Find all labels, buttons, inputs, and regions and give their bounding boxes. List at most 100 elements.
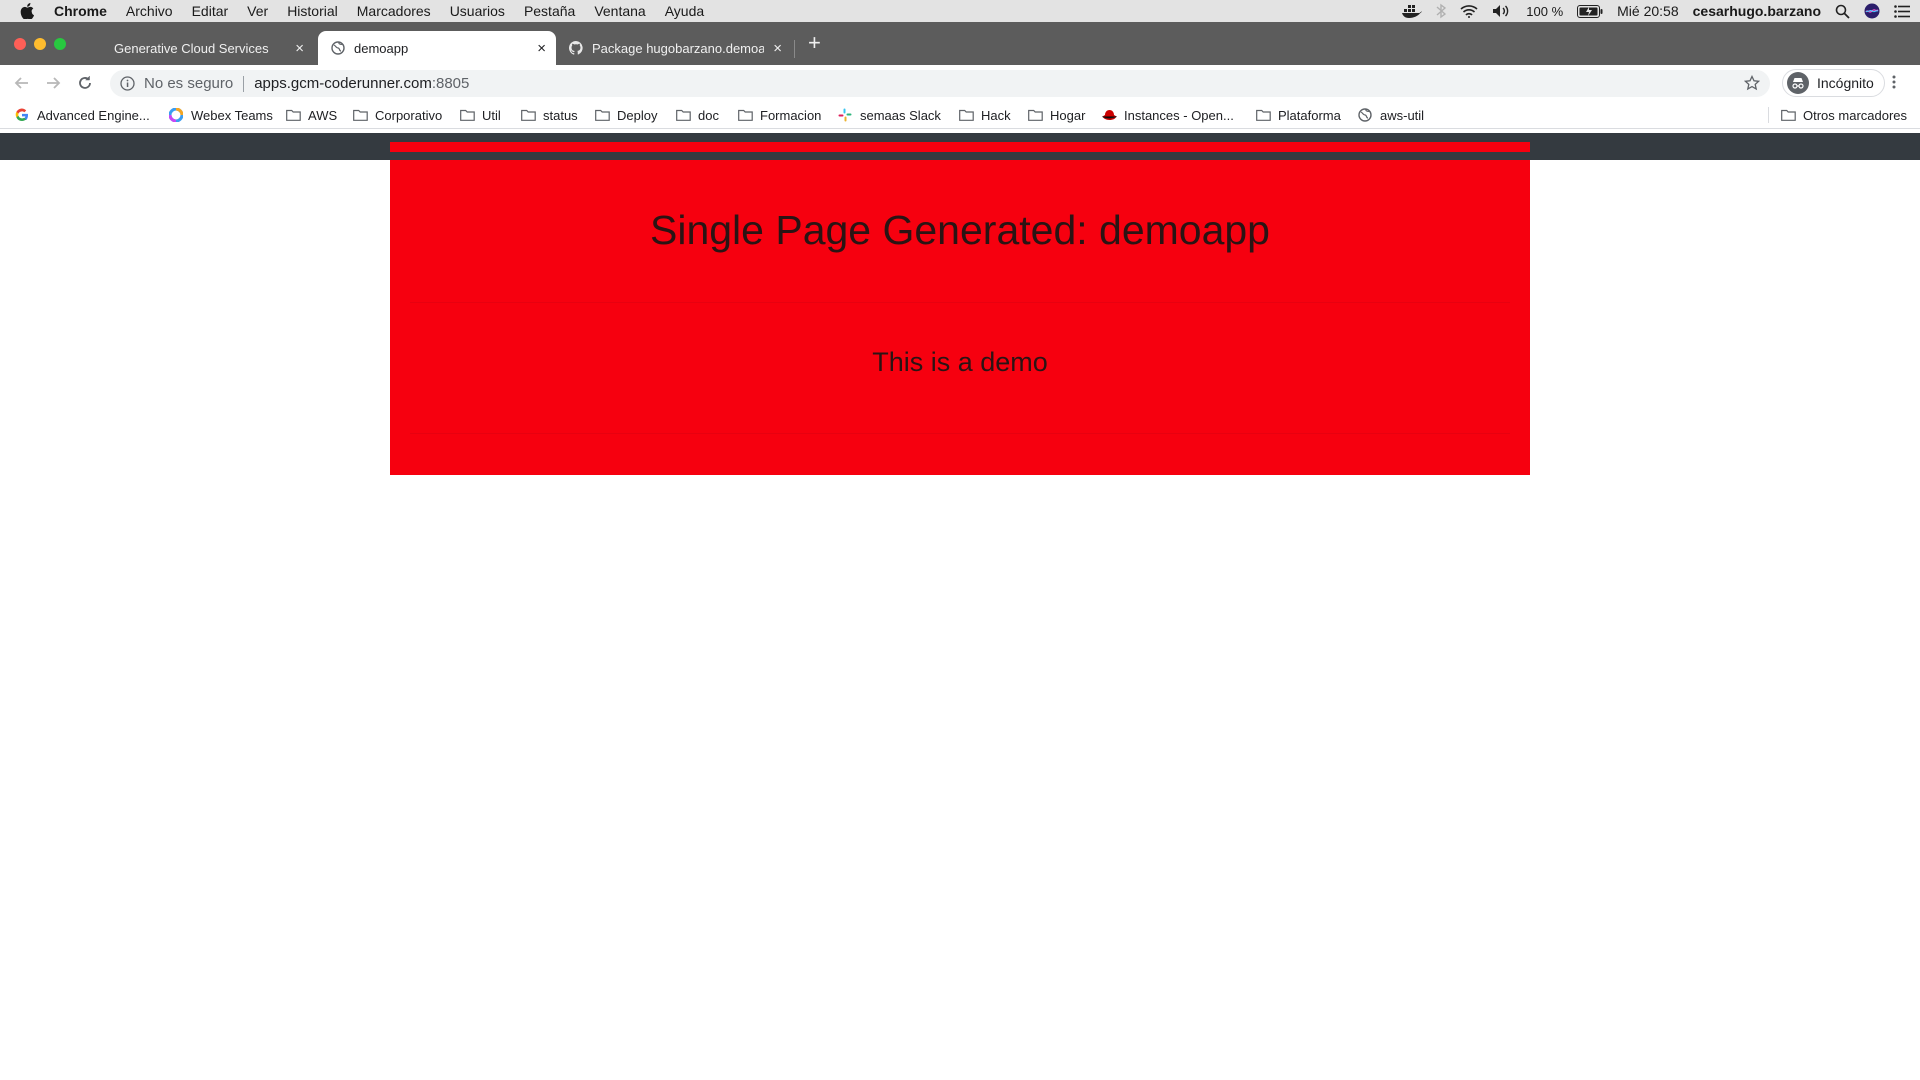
bookmark-label: Webex Teams [191,107,273,123]
divider [410,433,1510,434]
menu-archivo[interactable]: Archivo [126,3,173,19]
folder-icon [352,107,368,123]
slack-icon [837,107,853,123]
web-page-content: Single Page Generated: demoapp This is a… [0,130,1920,1080]
page-lead-text: This is a demo [872,347,1048,377]
bookmark-folder-hack[interactable]: Hack [958,107,1011,123]
window-controls [14,38,66,50]
more-menu-icon[interactable] [1892,74,1896,95]
back-arrow-icon[interactable] [12,73,32,93]
bookmark-folder-aws[interactable]: AWS [285,107,337,123]
menu-ver[interactable]: Ver [247,3,268,19]
menu-historial[interactable]: Historial [287,3,338,19]
bookmark-label: Hogar [1050,107,1086,123]
folder-icon [958,107,974,123]
bookmark-label: Util [482,107,501,123]
menu-usuarios[interactable]: Usuarios [450,3,505,19]
wifi-icon[interactable] [1460,4,1478,18]
forward-arrow-icon[interactable] [43,73,63,93]
bookmark-label: Instances - Open... [1124,107,1234,123]
globe-icon [1357,107,1373,123]
volume-icon[interactable] [1492,4,1512,18]
menubar-status-area: 100 % Mié 20:58 cesarhugo.barzano [1402,0,1910,22]
reload-icon[interactable] [75,73,95,93]
folder-icon [737,107,753,123]
bookmark-label: Corporativo [375,107,443,123]
folder-icon [1027,107,1043,123]
tab-title: demoapp [354,40,409,56]
address-bar[interactable]: No es seguro apps.gcm-coderunner.com :88… [110,70,1770,97]
new-tab-button[interactable]: + [808,32,821,54]
apple-icon[interactable] [20,3,40,19]
navbar-accent-stripe [390,142,1530,152]
battery-icon[interactable] [1577,4,1603,18]
security-status[interactable]: No es seguro [144,75,233,92]
bookmark-folder-corporativo[interactable]: Corporativo [352,107,442,123]
menu-ventana[interactable]: Ventana [594,3,645,19]
bookmark-semaas-slack[interactable]: semaas Slack [837,107,941,123]
minimize-window-button[interactable] [34,38,46,50]
bluetooth-icon[interactable] [1436,3,1447,19]
url-port[interactable]: :8805 [432,75,470,92]
tab-close-icon[interactable]: × [773,40,782,57]
jumbotron: Single Page Generated: demoapp This is a… [390,160,1530,475]
folder-icon [1780,107,1796,123]
browser-tab-strip: Generative Cloud Services × demoapp × Pa… [0,22,1920,65]
menu-pestana[interactable]: Pestaña [524,3,575,19]
bookmark-folder-formacion[interactable]: Formacion [737,107,821,123]
folder-icon [520,107,536,123]
menu-ayuda[interactable]: Ayuda [665,3,704,19]
omnibox-divider [243,75,245,92]
globe-icon [330,40,346,56]
webex-icon [168,107,184,123]
menu-marcadores[interactable]: Marcadores [357,3,431,19]
battery-percent: 100 % [1526,3,1564,19]
tab-title: Package hugobarzano.demoapp [592,40,764,56]
bookmark-folder-deploy[interactable]: Deploy [594,107,657,123]
bookmarks-bar: Advanced Engine... Webex Teams AWS Corpo… [0,101,1920,129]
tab-generative-cloud-services[interactable]: Generative Cloud Services × [104,31,314,65]
bookmark-folder-status[interactable]: status [520,107,578,123]
bookmark-aws-util[interactable]: aws-util [1357,107,1424,123]
folder-icon [285,107,301,123]
bookmark-instances-openstack[interactable]: Instances - Open... [1101,107,1234,123]
bookmark-label: doc [698,107,719,123]
incognito-label: Incógnito [1817,75,1874,91]
siri-icon[interactable] [1864,3,1880,19]
menu-editar[interactable]: Editar [192,3,229,19]
bookmark-folder-hogar[interactable]: Hogar [1027,107,1085,123]
bookmarks-divider [1768,107,1769,123]
folder-icon [594,107,610,123]
notification-center-icon[interactable] [1894,4,1910,18]
bookmark-other-bookmarks[interactable]: Otros marcadores [1780,107,1907,123]
bookmark-folder-doc[interactable]: doc [675,107,719,123]
bookmark-folder-plataforma[interactable]: Plataforma [1255,107,1341,123]
browser-toolbar: No es seguro apps.gcm-coderunner.com :88… [0,65,1920,101]
info-icon[interactable] [120,76,136,92]
bookmark-webex-teams[interactable]: Webex Teams [168,107,273,123]
bookmark-label: status [543,107,578,123]
tab-close-icon[interactable]: × [537,40,546,57]
tab-package-hugobarzano[interactable]: Package hugobarzano.demoapp × [560,31,792,65]
user-name[interactable]: cesarhugo.barzano [1693,3,1821,19]
redhat-icon [1101,107,1117,123]
zoom-window-button[interactable] [54,38,66,50]
bookmark-star-icon[interactable] [1743,74,1761,95]
clock[interactable]: Mié 20:58 [1617,3,1678,19]
bookmark-advanced-engine[interactable]: Advanced Engine... [14,107,150,123]
incognito-badge[interactable]: Incógnito [1782,69,1885,97]
folder-icon [1255,107,1271,123]
url-host[interactable]: apps.gcm-coderunner.com [254,75,432,92]
incognito-icon [1787,72,1809,94]
tab-close-icon[interactable]: × [295,40,304,57]
docker-icon[interactable] [1402,4,1422,18]
folder-icon [459,107,475,123]
bookmark-folder-util[interactable]: Util [459,107,501,123]
divider [410,302,1510,303]
menu-app-chrome[interactable]: Chrome [54,3,107,19]
close-window-button[interactable] [14,38,26,50]
tab-demoapp[interactable]: demoapp × [318,31,556,65]
macos-menubar: Chrome Archivo Editar Ver Historial Marc… [0,0,1920,22]
bookmark-label: Advanced Engine... [37,107,150,123]
spotlight-search-icon[interactable] [1835,4,1850,19]
